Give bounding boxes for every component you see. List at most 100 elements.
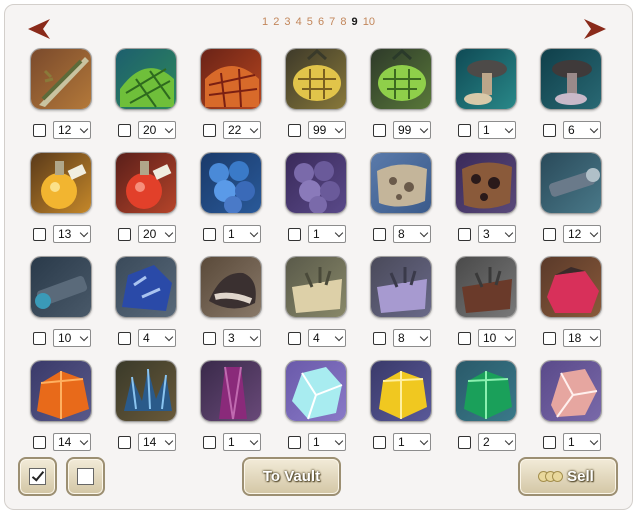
green-pinecone-icon[interactable] [370, 48, 432, 110]
quantity-select[interactable]: 4 [138, 329, 176, 347]
quantity-select[interactable]: 18 [563, 329, 601, 347]
blue-eggs-icon[interactable] [200, 152, 262, 214]
yellow-pinecone-icon[interactable] [285, 48, 347, 110]
page-link[interactable]: 10 [363, 16, 375, 28]
item-select-checkbox[interactable] [118, 331, 131, 345]
item-select-checkbox[interactable] [33, 123, 46, 137]
quantity-select[interactable]: 10 [53, 329, 91, 347]
item-select-checkbox[interactable] [33, 435, 46, 449]
item-select-checkbox[interactable] [373, 331, 386, 345]
item-select-checkbox[interactable] [458, 331, 471, 345]
item-select-checkbox[interactable] [118, 123, 131, 137]
item-select-checkbox[interactable] [33, 331, 46, 345]
fur-bundle-icon[interactable] [200, 256, 262, 318]
to-vault-button[interactable]: To Vault [242, 457, 341, 496]
item-select-checkbox[interactable] [543, 123, 556, 137]
item-select-checkbox[interactable] [118, 435, 131, 449]
page-link[interactable]: 7 [329, 16, 335, 28]
quantity-select[interactable]: 1 [393, 433, 431, 451]
item-select-checkbox[interactable] [118, 227, 131, 241]
page-link[interactable]: 8 [340, 16, 346, 28]
quantity-select[interactable]: 2 [478, 433, 516, 451]
item-select-checkbox[interactable] [203, 331, 216, 345]
item-select-checkbox[interactable] [288, 435, 301, 449]
emerald-crystal-icon[interactable] [455, 360, 517, 422]
page-link[interactable]: 4 [296, 16, 302, 28]
item-select-checkbox[interactable] [203, 435, 216, 449]
spyglass-icon[interactable] [540, 152, 602, 214]
item-select-checkbox[interactable] [288, 227, 301, 241]
item-select-checkbox[interactable] [543, 227, 556, 241]
quantity-select[interactable]: 14 [138, 433, 176, 451]
rose-quartz-icon[interactable] [540, 360, 602, 422]
tan-cloth-icon[interactable] [285, 256, 347, 318]
quantity-select[interactable]: 20 [138, 121, 176, 139]
item-select-checkbox[interactable] [458, 435, 471, 449]
brown-cloth-icon[interactable] [455, 256, 517, 318]
leopard-hide-icon[interactable] [455, 152, 517, 214]
item-select-checkbox[interactable] [543, 331, 556, 345]
quantity-select[interactable]: 1 [223, 225, 261, 243]
page-link[interactable]: 2 [273, 16, 279, 28]
blue-stone-icon[interactable] [115, 256, 177, 318]
feather-icon[interactable] [30, 48, 92, 110]
sell-button[interactable]: Sell [518, 457, 618, 496]
quantity-select[interactable]: 1 [308, 433, 346, 451]
page-link[interactable]: 6 [318, 16, 324, 28]
ice-crystal-icon[interactable] [285, 360, 347, 422]
red-ore-icon[interactable] [540, 256, 602, 318]
item-select-checkbox[interactable] [373, 123, 386, 137]
quantity-select[interactable]: 20 [138, 225, 176, 243]
quantity-select[interactable]: 99 [393, 121, 431, 139]
item-select-checkbox[interactable] [203, 227, 216, 241]
item-select-checkbox[interactable] [288, 123, 301, 137]
item-select-checkbox[interactable] [373, 435, 386, 449]
red-potion-icon[interactable] [115, 152, 177, 214]
blue-crystal-cluster-icon[interactable] [115, 360, 177, 422]
quantity-select[interactable]: 12 [563, 225, 601, 243]
page-link[interactable]: 1 [262, 16, 268, 28]
quantity-select[interactable]: 3 [478, 225, 516, 243]
red-net-icon[interactable] [200, 48, 262, 110]
quantity-select[interactable]: 22 [223, 121, 261, 139]
chevron-down-icon [249, 228, 259, 238]
green-net-icon[interactable] [115, 48, 177, 110]
item-select-checkbox[interactable] [33, 227, 46, 241]
yellow-potion-icon[interactable] [30, 152, 92, 214]
page-link[interactable]: 5 [307, 16, 313, 28]
teal-mushroom-icon[interactable] [455, 48, 517, 110]
telescope-icon[interactable] [30, 256, 92, 318]
quantity-select[interactable]: 8 [393, 225, 431, 243]
quantity-select[interactable]: 14 [53, 433, 91, 451]
chevron-down-icon [334, 436, 344, 446]
quantity-select[interactable]: 10 [478, 329, 516, 347]
dark-mushroom-icon[interactable] [540, 48, 602, 110]
uncheck-all-button[interactable] [66, 457, 105, 496]
quantity-select[interactable]: 3 [223, 329, 261, 347]
item-select-checkbox[interactable] [543, 435, 556, 449]
gold-crystal-icon[interactable] [370, 360, 432, 422]
item-select-checkbox[interactable] [288, 331, 301, 345]
item-select-checkbox[interactable] [458, 123, 471, 137]
quantity-select[interactable]: 99 [308, 121, 346, 139]
quantity-select[interactable]: 1 [223, 433, 261, 451]
item-select-checkbox[interactable] [458, 227, 471, 241]
lilac-cloth-icon[interactable] [370, 256, 432, 318]
quantity-select[interactable]: 4 [308, 329, 346, 347]
amethyst-shard-icon[interactable] [200, 360, 262, 422]
quantity-select[interactable]: 1 [308, 225, 346, 243]
quantity-select[interactable]: 1 [563, 433, 601, 451]
quantity-value: 3 [483, 227, 490, 241]
item-select-checkbox[interactable] [203, 123, 216, 137]
quantity-select[interactable]: 12 [53, 121, 91, 139]
page-link[interactable]: 3 [284, 16, 290, 28]
check-all-button[interactable] [18, 457, 57, 496]
purple-eggs-icon[interactable] [285, 152, 347, 214]
quantity-select[interactable]: 13 [53, 225, 91, 243]
spotted-hide-icon[interactable] [370, 152, 432, 214]
quantity-select[interactable]: 8 [393, 329, 431, 347]
orange-crystal-icon[interactable] [30, 360, 92, 422]
quantity-select[interactable]: 6 [563, 121, 601, 139]
quantity-select[interactable]: 1 [478, 121, 516, 139]
item-select-checkbox[interactable] [373, 227, 386, 241]
